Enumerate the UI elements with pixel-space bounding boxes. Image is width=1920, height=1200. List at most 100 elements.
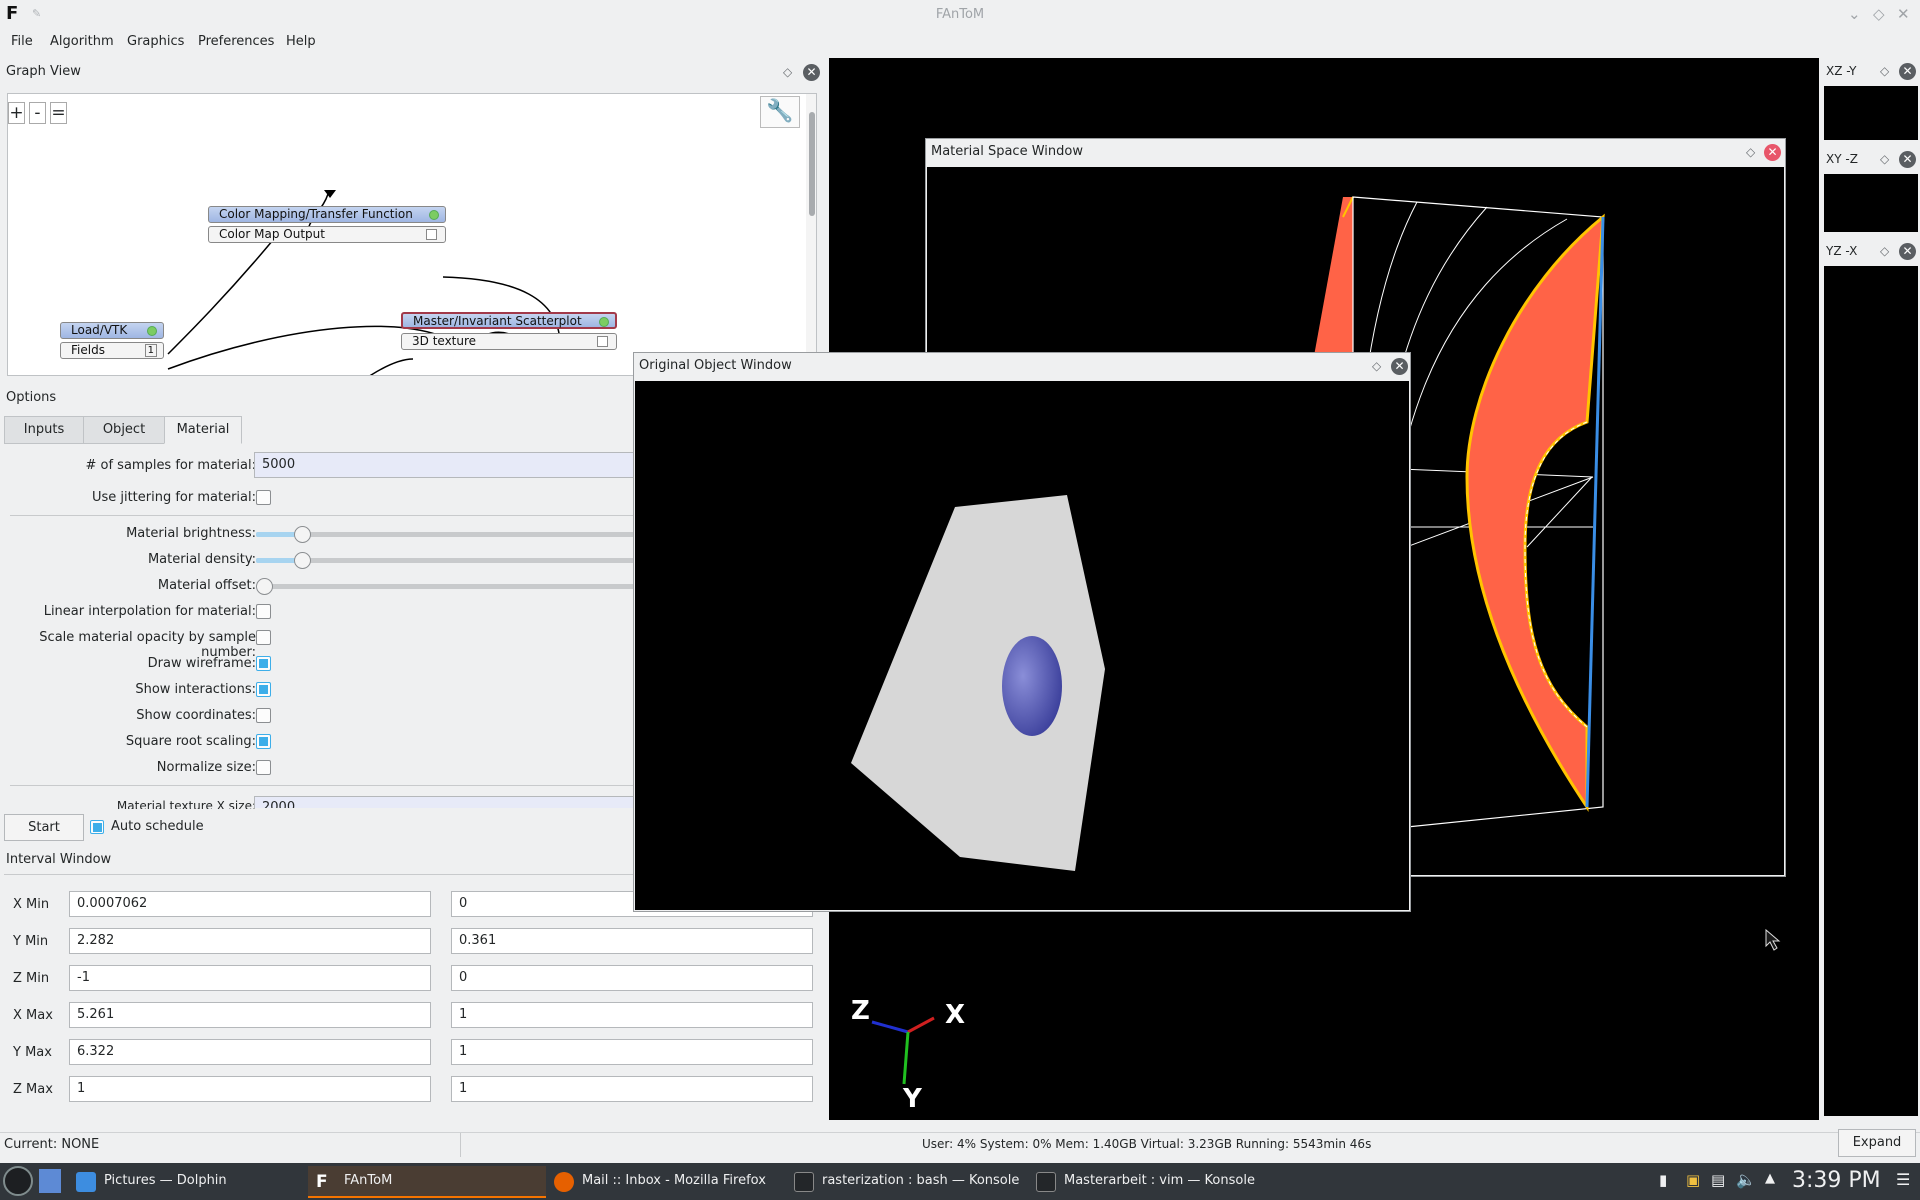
minimize-icon[interactable]: ⌄ [1848,5,1861,23]
sqrt-scaling-checkbox[interactable] [256,734,271,749]
x-min-input[interactable]: 0.0007062 [69,891,431,917]
task-firefox[interactable]: Mail :: Inbox - Mozilla Firefox [546,1166,786,1198]
node-color-mapping[interactable]: Color Mapping/Transfer Function [208,206,446,223]
maximize-icon[interactable]: ◇ [1873,5,1885,23]
y-max-norm-input[interactable]: 1 [451,1039,813,1065]
z-min-norm-input[interactable]: 0 [451,965,813,991]
mini-viewport[interactable] [1824,174,1918,232]
volume-icon[interactable]: 🔈 [1736,1170,1756,1189]
slider-handle[interactable] [256,578,273,595]
slider-handle[interactable] [294,526,312,543]
jitter-label: Use jittering for material: [91,490,256,505]
menu-algorithm[interactable]: Algorithm [50,34,114,49]
y-min-input[interactable]: 2.282 [69,928,431,954]
original-object-window[interactable]: Original Object Window ◇ ✕ [633,352,1411,912]
expand-button[interactable]: Expand [1838,1129,1916,1157]
close-icon[interactable]: ✕ [1899,243,1916,260]
start-menu-icon[interactable] [3,1166,33,1196]
x-max-input[interactable]: 5.261 [69,1002,431,1028]
float-icon[interactable]: ◇ [1746,145,1755,159]
task-fantom[interactable]: F FAnToM [308,1166,546,1198]
mini-viewport[interactable] [1824,266,1918,1116]
divider [10,515,640,516]
node-label: Color Mapping/Transfer Function [219,207,413,221]
mini-view-xz[interactable]: XZ -Y ◇ ✕ [1822,58,1918,146]
graph-canvas[interactable]: + - = 🔧 Color Mapping/Transfer Function … [7,93,817,376]
brightness-slider[interactable] [256,526,640,543]
mini-view-xy[interactable]: XY -Z ◇ ✕ [1822,146,1918,236]
density-slider[interactable] [256,552,640,569]
normalize-checkbox[interactable] [256,760,271,775]
node-output-fields[interactable]: Fields 1 [60,342,164,359]
mini-viewport[interactable] [1824,86,1918,140]
output-checkbox[interactable] [426,229,437,240]
samples-label: # of samples for material: [85,458,256,473]
float-icon[interactable]: ◇ [1372,359,1381,373]
menu-preferences[interactable]: Preferences [198,34,274,49]
task-konsole-vim[interactable]: Masterarbeit : vim — Konsole [1028,1166,1268,1198]
close-icon[interactable]: ✕ [1897,5,1910,23]
float-icon[interactable]: ◇ [783,65,792,79]
z-max-input[interactable]: 1 [69,1076,431,1102]
close-icon[interactable]: ✕ [1899,151,1916,168]
close-icon[interactable]: ✕ [1391,358,1408,375]
y-min-norm-input[interactable]: 0.361 [451,928,813,954]
node-load-vtk[interactable]: Load/VTK [60,322,164,339]
texture-x-input[interactable]: 2000 [254,796,640,808]
node-output-3d-texture[interactable]: 3D texture [401,333,617,350]
interactions-checkbox[interactable] [256,682,271,697]
float-icon[interactable]: ◇ [1880,64,1889,78]
output-count-badge: 1 [144,344,157,357]
coordinates-checkbox[interactable] [256,708,271,723]
graph-scrollbar[interactable] [806,94,816,375]
z-min-label: Z Min [13,971,50,986]
y-max-input[interactable]: 6.322 [69,1039,431,1065]
desktop-pager-icon[interactable] [39,1169,61,1193]
jitter-checkbox[interactable] [256,490,271,505]
x-max-norm-input[interactable]: 1 [451,1002,813,1028]
mini-view-yz[interactable]: YZ -X ◇ ✕ [1822,238,1918,1118]
node-output-color-map[interactable]: Color Map Output [208,226,446,243]
task-label: Mail :: Inbox - Mozilla Firefox [582,1173,766,1188]
clipboard-icon[interactable]: ▣ [1686,1171,1700,1189]
z-max-norm-input[interactable]: 1 [451,1076,813,1102]
mouse-cursor-icon [1765,928,1781,951]
linear-interp-checkbox[interactable] [256,604,271,619]
menu-graphics[interactable]: Graphics [127,34,184,49]
status-led-icon [599,317,609,327]
scrollbar-thumb[interactable] [809,112,815,216]
menu-file[interactable]: File [11,34,33,49]
task-konsole-bash[interactable]: rasterization : bash — Konsole [786,1166,1028,1198]
mini-view-label: YZ -X [1826,244,1858,258]
z-min-input[interactable]: -1 [69,965,431,991]
offset-slider[interactable] [256,578,640,595]
samples-input[interactable]: 5000 [254,452,640,478]
firefox-icon [554,1172,574,1192]
auto-schedule-checkbox[interactable] [90,820,104,834]
close-icon[interactable]: ✕ [803,64,820,81]
float-icon[interactable]: ◇ [1880,152,1889,166]
scale-opacity-checkbox[interactable] [256,630,271,645]
slider-handle[interactable] [294,552,312,569]
clock[interactable]: 3:39 PM [1792,1168,1881,1193]
close-icon[interactable]: ✕ [1764,144,1781,161]
output-checkbox[interactable] [597,336,608,347]
render-area[interactable]: Material Space Window ◇ ✕ Original Objec… [633,58,1819,1120]
graph-view-panel: Graph View ◇ ✕ + - = 🔧 Color Mapping/Tra… [0,58,828,380]
notes-icon[interactable]: ▤ [1711,1171,1725,1189]
menu-icon[interactable]: ☰ [1896,1170,1910,1189]
node-scatterplot[interactable]: Master/Invariant Scatterplot [401,312,617,329]
offset-label: Material offset: [157,578,256,593]
tray-expand-icon[interactable]: ▲ [1765,1171,1775,1186]
usb-icon[interactable]: ▮ [1659,1171,1667,1189]
task-dolphin[interactable]: Pictures — Dolphin [68,1166,308,1198]
options-panel: Options Inputs Object Material # of samp… [0,390,640,810]
close-icon[interactable]: ✕ [1899,63,1916,80]
float-icon[interactable]: ◇ [1880,244,1889,258]
object-viewport[interactable] [635,381,1409,910]
start-button[interactable]: Start [4,814,84,841]
wireframe-checkbox[interactable] [256,656,271,671]
menu-help[interactable]: Help [286,34,316,49]
window-title: FAnToM [935,7,985,22]
object-window-title: Original Object Window [639,358,792,373]
